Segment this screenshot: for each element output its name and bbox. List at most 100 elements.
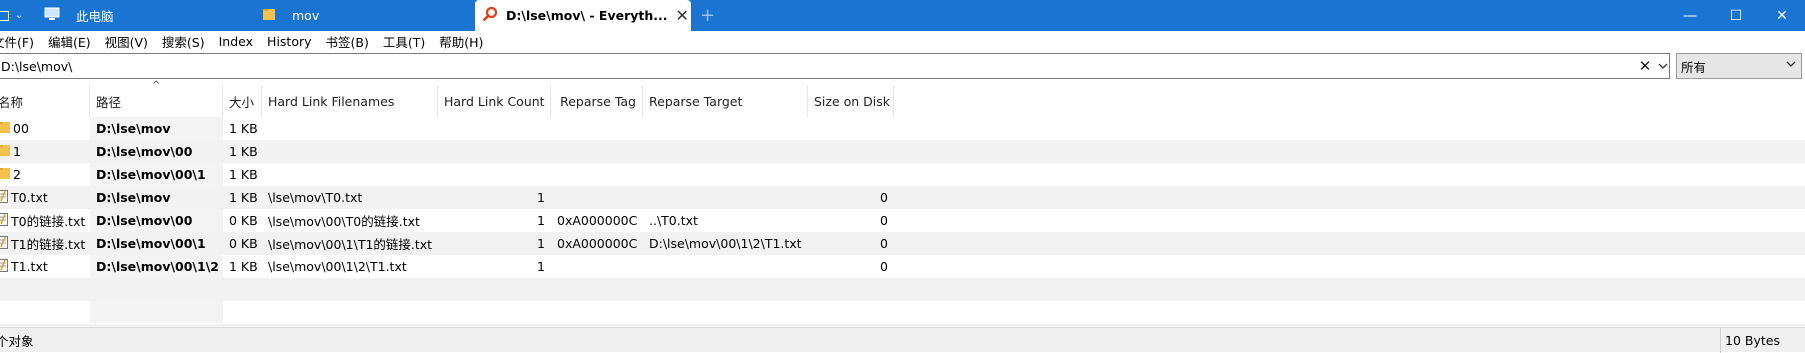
cell-path: D:\lse\mov\00 bbox=[96, 144, 193, 159]
cell-reparse-target bbox=[643, 140, 808, 163]
computer-icon bbox=[44, 7, 60, 24]
file-name: T0.txt bbox=[11, 190, 48, 205]
tab-mov[interactable]: mov bbox=[262, 0, 472, 31]
cell-reparse-tag: 0xA000000C bbox=[557, 213, 638, 228]
menu-bookmarks[interactable]: 书签(B) bbox=[319, 32, 376, 51]
search-row: D:\lse\mov\ ✕ 所有 bbox=[0, 53, 1805, 79]
cell-reparse-target: D:\lse\mov\00\1\2\T1.txt bbox=[649, 236, 802, 251]
table-row[interactable]: T0.txt D:\lse\mov 1 KB \lse\mov\T0.txt 1 0 bbox=[0, 186, 1805, 209]
menu-history[interactable]: History bbox=[260, 34, 318, 49]
table-row[interactable]: 1 D:\lse\mov\00 1 KB bbox=[0, 140, 1805, 163]
cell-hard-link-filenames bbox=[262, 140, 438, 163]
cell-reparse-tag bbox=[551, 117, 643, 140]
cell-name: 1 bbox=[0, 140, 90, 163]
text-file-icon bbox=[0, 258, 8, 275]
table-row[interactable]: 2 D:\lse\mov\00\1 1 KB bbox=[0, 163, 1805, 186]
cell-size: 1 KB bbox=[229, 190, 258, 205]
cell-hard-link-count: 1 bbox=[537, 213, 545, 228]
text-file-icon bbox=[0, 235, 8, 252]
cell-size: 1 KB bbox=[229, 144, 258, 159]
cell-size: 0 KB bbox=[229, 236, 258, 251]
status-bar: 个对象 10 Bytes bbox=[0, 327, 1805, 353]
cell-path: D:\lse\mov bbox=[96, 190, 171, 205]
column-header-name[interactable]: 名称 bbox=[0, 85, 90, 117]
folder-icon bbox=[0, 167, 10, 183]
file-name: 1 bbox=[13, 144, 21, 159]
column-header-hard-link-count[interactable]: Hard Link Count bbox=[438, 85, 551, 117]
cell-path: D:\lse\mov\00 bbox=[96, 213, 193, 228]
tab-label: 此电脑 bbox=[76, 9, 114, 24]
minimize-button[interactable]: — bbox=[1667, 0, 1713, 31]
cell-path: D:\lse\mov\00\1\2 bbox=[96, 259, 219, 274]
column-header-reparse-tag[interactable]: Reparse Tag bbox=[551, 85, 643, 117]
cell-hard-link-filenames: \lse\mov\T0.txt bbox=[268, 190, 363, 205]
title-bar: ⌄ 此电脑 mov D:\lse\mov\ - Everyth... ✕ + —… bbox=[0, 0, 1805, 31]
cell-reparse-target bbox=[643, 163, 808, 186]
chevron-down-icon bbox=[1658, 63, 1668, 69]
cell-hard-link-filenames bbox=[262, 117, 438, 140]
cell-reparse-tag bbox=[551, 163, 643, 186]
file-name: T0的链接.txt bbox=[11, 214, 86, 229]
table-row[interactable]: T1的链接.txt D:\lse\mov\00\1 0 KB \lse\mov\00\… bbox=[0, 232, 1805, 255]
cell-size: 0 KB bbox=[229, 213, 258, 228]
menu-index[interactable]: Index bbox=[212, 34, 260, 49]
cell-path: D:\lse\mov\00\1 bbox=[96, 236, 206, 251]
file-name: T1.txt bbox=[11, 259, 48, 274]
cell-reparse-target bbox=[643, 186, 808, 209]
cell-hard-link-count bbox=[438, 140, 551, 163]
menu-tools[interactable]: 工具(T) bbox=[376, 32, 432, 51]
cell-size: 1 KB bbox=[229, 121, 258, 136]
tab-everything[interactable]: D:\lse\mov\ - Everyth... ✕ bbox=[475, 0, 691, 31]
menu-search[interactable]: 搜索(S) bbox=[155, 32, 212, 51]
menu-file[interactable]: 文件(F) bbox=[0, 32, 41, 51]
cell-size-on-disk bbox=[808, 140, 894, 163]
menu-view[interactable]: 视图(V) bbox=[98, 32, 155, 51]
tab-label: D:\lse\mov\ - Everyth... bbox=[506, 8, 668, 23]
menu-edit[interactable]: 编辑(E) bbox=[41, 32, 98, 51]
search-input[interactable]: D:\lse\mov\ bbox=[0, 53, 1670, 79]
menu-help[interactable]: 帮助(H) bbox=[432, 32, 490, 51]
app-icon bbox=[0, 10, 9, 21]
cell-hard-link-filenames: \lse\mov\00\T0的链接.txt bbox=[268, 214, 420, 229]
cell-name: T0.txt bbox=[0, 186, 90, 209]
column-header-size[interactable]: 大小 bbox=[223, 85, 262, 117]
column-header-hard-link-filenames[interactable]: Hard Link Filenames bbox=[262, 85, 438, 117]
text-file-icon bbox=[0, 189, 8, 206]
table-row bbox=[0, 301, 1805, 324]
cell-reparse-tag bbox=[551, 186, 643, 209]
table-row[interactable]: 00 D:\lse\mov 1 KB bbox=[0, 117, 1805, 140]
filter-selected-value: 所有 bbox=[1681, 59, 1707, 75]
close-window-button[interactable]: ✕ bbox=[1759, 0, 1805, 31]
cell-size: 1 KB bbox=[229, 167, 258, 182]
sort-ascending-icon: ^ bbox=[152, 80, 161, 91]
cell-reparse-target bbox=[643, 255, 808, 278]
maximize-button[interactable]: ☐ bbox=[1713, 0, 1759, 31]
status-size: 10 Bytes bbox=[1720, 328, 1780, 353]
cell-name: 2 bbox=[0, 163, 90, 186]
close-tab-icon[interactable]: ✕ bbox=[676, 6, 689, 25]
new-tab-button[interactable]: + bbox=[700, 0, 720, 31]
menu-bar: 文件(F) 编辑(E) 视图(V) 搜索(S) Index History 书签… bbox=[0, 31, 1805, 51]
results-list: 00 D:\lse\mov 1 KB 1 D:\lse\mov\00 1 KB 2 D:\ls… bbox=[0, 117, 1805, 347]
cell-path: D:\lse\mov\00\1 bbox=[96, 167, 206, 182]
table-row[interactable]: T1.txt D:\lse\mov\00\1\2 1 KB \lse\mov\00\1… bbox=[0, 255, 1805, 278]
cell-reparse-tag bbox=[551, 140, 643, 163]
search-text: D:\lse\mov\ bbox=[1, 58, 73, 74]
column-header-size-on-disk[interactable]: Size on Disk bbox=[808, 85, 894, 117]
cell-hard-link-count bbox=[438, 117, 551, 140]
folder-icon bbox=[0, 121, 10, 137]
column-header-reparse-target[interactable]: Reparse Target bbox=[643, 85, 808, 117]
column-header-row: 名称 路径 大小 Hard Link Filenames Hard Link C… bbox=[0, 85, 1805, 117]
filter-select[interactable]: 所有 bbox=[1676, 53, 1802, 79]
cell-size-on-disk bbox=[808, 117, 894, 140]
app-menu-button[interactable]: ⌄ bbox=[0, 0, 40, 31]
cell-path: D:\lse\mov bbox=[96, 121, 171, 136]
clear-search-icon[interactable]: ✕ bbox=[1636, 56, 1654, 76]
tab-this-pc[interactable]: 此电脑 bbox=[42, 0, 252, 31]
cell-size-on-disk: 0 bbox=[880, 190, 888, 205]
table-row[interactable]: T0的链接.txt D:\lse\mov\00 0 KB \lse\mov\00\T0… bbox=[0, 209, 1805, 232]
search-history-dropdown[interactable] bbox=[1656, 56, 1670, 76]
chevron-down-icon: ⌄ bbox=[15, 10, 24, 21]
cell-size-on-disk bbox=[808, 163, 894, 186]
cell-reparse-target bbox=[643, 117, 808, 140]
